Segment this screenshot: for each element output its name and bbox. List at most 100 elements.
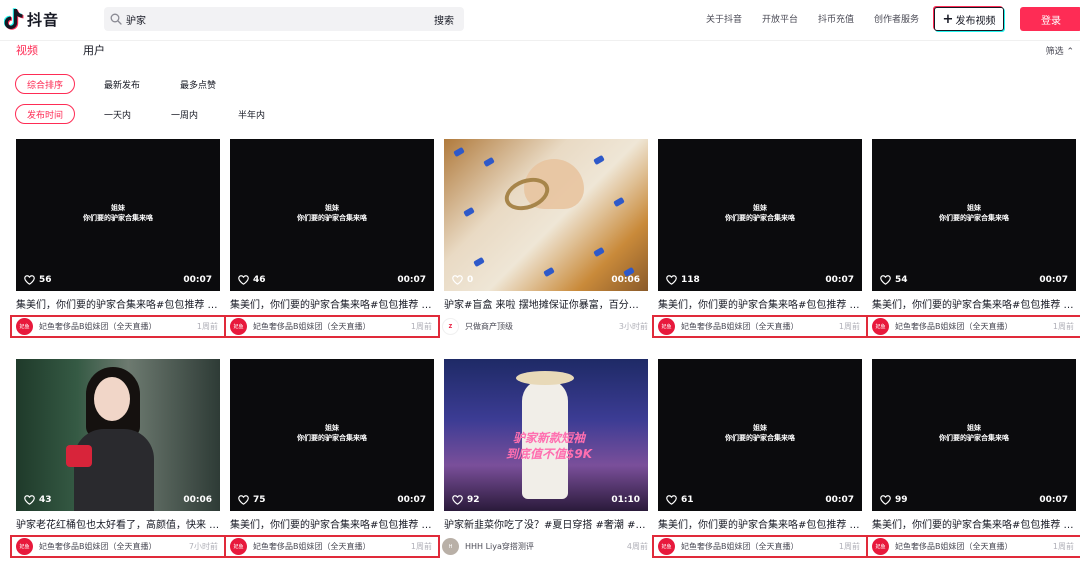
publish-time: 7小时前	[188, 542, 218, 551]
thumbnail-caption: 姐妹 你们要的驴家合集来咯	[16, 203, 220, 223]
video-thumbnail[interactable]: 姐妹 你们要的驴家合集来咯 46 00:07	[230, 139, 434, 291]
author-name[interactable]: 妃鱼奢侈品B姐妹团（全天直播）	[895, 541, 1053, 552]
author-name[interactable]: 妃鱼奢侈品B姐妹团（全天直播）	[39, 541, 189, 552]
video-thumbnail[interactable]: 姐妹 你们要的驴家合集来咯 75 00:07	[230, 359, 434, 511]
author-name[interactable]: 只做商产顶级	[465, 321, 619, 332]
decor-spot	[613, 196, 625, 208]
video-title[interactable]: 驴家老花红桶包也太好看了，高颜值，快来 …	[16, 516, 220, 531]
thumbnail-caption-line1: 姐妹	[753, 204, 767, 212]
link-about[interactable]: 关于抖音	[706, 12, 742, 25]
video-title[interactable]: 驴家#盲盒 来啦 摆地摊保证你暴富，百分百 …	[444, 296, 648, 311]
author-row[interactable]: H HHH Liya穿搭测评 4周前	[438, 535, 654, 558]
video-title[interactable]: 集美们，你们要的驴家合集来咯#包包推荐 …	[872, 296, 1076, 311]
video-thumbnail[interactable]: 姐妹 你们要的驴家合集来咯 118 00:07	[658, 139, 862, 291]
chip-half-year[interactable]: 半年内	[227, 104, 276, 124]
link-open-platform[interactable]: 开放平台	[762, 12, 798, 25]
author-row[interactable]: 妃鱼 妃鱼奢侈品B姐妹团（全天直播） 1周前	[224, 535, 440, 558]
tab-users[interactable]: 用户	[83, 42, 105, 58]
author-row[interactable]: 妃鱼 妃鱼奢侈品B姐妹团（全天直播） 1周前	[866, 315, 1080, 338]
login-button[interactable]: 登录	[1020, 7, 1080, 31]
avatar[interactable]: 妃鱼	[16, 538, 33, 555]
like-count: 92	[452, 495, 480, 505]
avatar[interactable]: Z	[442, 318, 459, 335]
publish-time: 1周前	[838, 322, 860, 331]
avatar[interactable]: 妃鱼	[230, 318, 247, 335]
avatar[interactable]: 妃鱼	[872, 318, 889, 335]
avatar[interactable]: H	[442, 538, 459, 555]
author-name[interactable]: HHH Liya穿搭测评	[465, 541, 627, 552]
author-name[interactable]: 妃鱼奢侈品B姐妹团（全天直播）	[253, 321, 411, 332]
like-count: 61	[666, 495, 694, 505]
video-title[interactable]: 集美们，你们要的驴家合集来咯#包包推荐 …	[16, 296, 220, 311]
heart-icon	[24, 275, 35, 285]
author-row[interactable]: 妃鱼 妃鱼奢侈品B姐妹团（全天直播） 1周前	[866, 535, 1080, 558]
link-creator-service[interactable]: 创作者服务	[874, 12, 919, 25]
avatar[interactable]: 妃鱼	[658, 538, 675, 555]
avatar[interactable]: 妃鱼	[658, 318, 675, 335]
chip-one-day[interactable]: 一天内	[93, 104, 142, 124]
author-name[interactable]: 妃鱼奢侈品B姐妹团（全天直播）	[39, 321, 197, 332]
video-title[interactable]: 集美们，你们要的驴家合集来咯#包包推荐 …	[230, 516, 434, 531]
like-count: 46	[238, 275, 266, 285]
author-row[interactable]: Z 只做商产顶级 3小时前	[438, 315, 654, 338]
thumbnail-caption-line2: 你们要的驴家合集来咯	[725, 434, 795, 442]
video-title[interactable]: 集美们，你们要的驴家合集来咯#包包推荐 …	[230, 296, 434, 311]
search-icon	[110, 13, 122, 25]
publish-video-button[interactable]: + 发布视频	[934, 7, 1004, 31]
tab-videos[interactable]: 视频	[16, 42, 38, 58]
author-name[interactable]: 妃鱼奢侈品B姐妹团（全天直播）	[681, 321, 839, 332]
author-row[interactable]: 妃鱼 妃鱼奢侈品B姐妹团（全天直播） 1周前	[652, 535, 868, 558]
video-duration: 00:07	[1039, 495, 1068, 505]
video-thumbnail[interactable]: 驴家新款短袖 到底值不值$9K 92 01:10	[444, 359, 648, 511]
like-count-value: 43	[39, 495, 52, 505]
publish-time: 1周前	[1052, 542, 1074, 551]
chip-most-liked[interactable]: 最多点赞	[169, 74, 227, 94]
result-tabs: 视频 用户	[16, 42, 150, 58]
author-row[interactable]: 妃鱼 妃鱼奢侈品B姐妹团（全天直播） 1周前	[652, 315, 868, 338]
author-name[interactable]: 妃鱼奢侈品B姐妹团（全天直播）	[681, 541, 839, 552]
heart-icon	[666, 275, 677, 285]
avatar[interactable]: 妃鱼	[230, 538, 247, 555]
video-duration: 00:07	[397, 495, 426, 505]
chip-latest[interactable]: 最新发布	[93, 74, 151, 94]
like-count: 118	[666, 275, 700, 285]
search-button[interactable]: 搜索	[434, 12, 454, 27]
link-recharge[interactable]: 抖币充值	[818, 12, 854, 25]
like-count: 99	[880, 495, 908, 505]
search-input[interactable]	[124, 7, 414, 31]
chip-publish-time[interactable]: 发布时间	[15, 104, 76, 124]
video-title[interactable]: 集美们，你们要的驴家合集来咯#包包推荐 …	[658, 516, 862, 531]
author-row[interactable]: 妃鱼 妃鱼奢侈品B姐妹团（全天直播） 1周前	[224, 315, 440, 338]
chip-one-week[interactable]: 一周内	[160, 104, 209, 124]
avatar[interactable]: 妃鱼	[872, 538, 889, 555]
video-thumbnail[interactable]: 0 00:06	[444, 139, 648, 291]
avatar[interactable]: 妃鱼	[16, 318, 33, 335]
author-row[interactable]: 妃鱼 妃鱼奢侈品B姐妹团（全天直播） 7小时前	[10, 535, 226, 558]
author-row[interactable]: 妃鱼 妃鱼奢侈品B姐妹团（全天直播） 1周前	[10, 315, 226, 338]
douyin-logo[interactable]: 抖音	[4, 8, 59, 30]
video-title[interactable]: 驴家新韭菜你吃了没？#夏日穿搭 #奢潮 #…	[444, 516, 648, 531]
thumbnail-caption-line1: 姐妹	[325, 424, 339, 432]
video-thumbnail[interactable]: 姐妹 你们要的驴家合集来咯 61 00:07	[658, 359, 862, 511]
video-title[interactable]: 集美们，你们要的驴家合集来咯#包包推荐 …	[872, 516, 1076, 531]
video-title[interactable]: 集美们，你们要的驴家合集来咯#包包推荐 …	[658, 296, 862, 311]
video-thumbnail[interactable]: 姐妹 你们要的驴家合集来咯 56 00:07	[16, 139, 220, 291]
thumbnail-caption-line2: 你们要的驴家合集来咯	[83, 214, 153, 222]
like-count-value: 46	[253, 275, 266, 285]
thumbnail-caption-line1: 姐妹	[967, 424, 981, 432]
filter-toggle[interactable]: 筛选 ⌃	[1046, 44, 1074, 57]
video-duration: 00:07	[825, 275, 854, 285]
chip-comprehensive[interactable]: 综合排序	[15, 74, 76, 94]
like-count-value: 61	[681, 495, 694, 505]
thumbnail-caption-line1: 驴家新款短袖	[512, 431, 585, 445]
heart-icon	[238, 495, 249, 505]
author-name[interactable]: 妃鱼奢侈品B姐妹团（全天直播）	[253, 541, 411, 552]
video-thumbnail[interactable]: 姐妹 你们要的驴家合集来咯 54 00:07	[872, 139, 1076, 291]
author-name[interactable]: 妃鱼奢侈品B姐妹团（全天直播）	[895, 321, 1053, 332]
video-thumbnail[interactable]: 43 00:06	[16, 359, 220, 511]
like-count: 0	[452, 275, 473, 285]
thumbnail-caption: 姐妹 你们要的驴家合集来咯	[872, 423, 1076, 443]
thumbnail-caption: 姐妹 你们要的驴家合集来咯	[230, 423, 434, 443]
video-thumbnail[interactable]: 姐妹 你们要的驴家合集来咯 99 00:07	[872, 359, 1076, 511]
like-count: 75	[238, 495, 266, 505]
